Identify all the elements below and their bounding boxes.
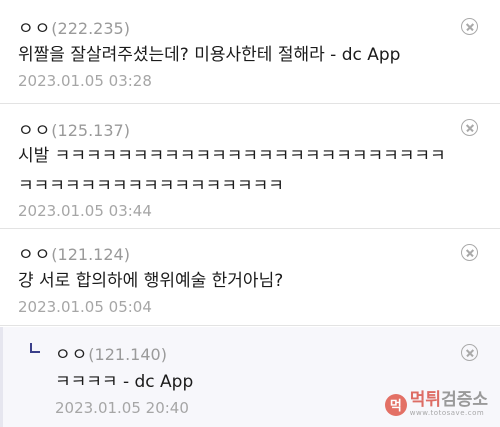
reply-author: ㅇㅇ (121.140) — [55, 340, 167, 365]
comment-item: ㅇㅇ (121.124) 걍 서로 합의하에 행위예술 한거아님? 2023.0… — [0, 230, 500, 326]
comment-text: 시발 ㅋㅋㅋㅋㅋㅋㅋㅋㅋㅋㅋㅋㅋㅋㅋㅋㅋㅋㅋㅋㅋㅋㅋㅋㅋ ㅋㅋㅋㅋㅋㅋㅋㅋㅋㅋㅋ… — [18, 141, 446, 201]
reply-date: 2023.01.05 20:40 — [55, 399, 189, 417]
comment-author: ㅇㅇ (121.124) — [18, 240, 130, 265]
comment-nickname[interactable]: ㅇㅇ — [18, 14, 51, 39]
watermark-text: 먹튀검증소 www.totosave.com — [410, 392, 488, 417]
comment-ip: (121.124) — [51, 245, 130, 264]
comment-text-line: 시발 ㅋㅋㅋㅋㅋㅋㅋㅋㅋㅋㅋㅋㅋㅋㅋㅋㅋㅋㅋㅋㅋㅋㅋㅋㅋ — [18, 146, 446, 166]
comment-text-line: ㅋㅋㅋㅋㅋㅋㅋㅋㅋㅋㅋㅋㅋㅋㅋㅋㅋ — [18, 176, 284, 196]
watermark-url: www.totosave.com — [409, 409, 485, 417]
watermark-logo-icon: 먹 — [384, 393, 407, 416]
comment-ip: (125.137) — [51, 121, 130, 140]
comment-nickname[interactable]: ㅇㅇ — [18, 116, 51, 141]
comment-item: ㅇㅇ (222.235) 위짤을 잘살려주셨는데? 미용사한테 절해라 - dc… — [0, 0, 500, 104]
delete-reply-button[interactable] — [461, 344, 478, 361]
reply-nickname[interactable]: ㅇㅇ — [55, 340, 88, 365]
comment-text-line: 위짤을 잘살려주셨는데? 미용사한테 절해라 - dc App — [18, 45, 401, 65]
comment-author: ㅇㅇ (125.137) — [18, 116, 130, 141]
watermark-title: 먹튀검증소 — [409, 390, 488, 410]
watermark: 먹 먹튀검증소 www.totosave.com — [384, 392, 488, 417]
comment-date: 2023.01.05 05:04 — [18, 298, 152, 316]
comment-text: 위짤을 잘살려주셨는데? 미용사한테 절해라 - dc App — [18, 40, 400, 70]
reply-ip: (121.140) — [88, 345, 167, 364]
delete-comment-button[interactable] — [461, 244, 478, 261]
comment-text: 걍 서로 합의하에 행위예술 한거아님? — [18, 266, 283, 296]
comment-date: 2023.01.05 03:44 — [18, 202, 152, 220]
comment-author: ㅇㅇ (222.235) — [18, 14, 130, 39]
comment-text-line: 걍 서로 합의하에 행위예술 한거아님? — [18, 271, 284, 291]
comment-ip: (222.235) — [51, 19, 130, 38]
comment-date: 2023.01.05 03:28 — [18, 72, 152, 90]
reply-arrow-icon — [30, 343, 40, 353]
reply-indent-bar — [0, 327, 3, 427]
reply-text: ㅋㅋㅋㅋ - dc App — [55, 372, 194, 392]
comment-nickname[interactable]: ㅇㅇ — [18, 240, 51, 265]
delete-comment-button[interactable] — [461, 18, 478, 35]
comment-item: ㅇㅇ (125.137) 시발 ㅋㅋㅋㅋㅋㅋㅋㅋㅋㅋㅋㅋㅋㅋㅋㅋㅋㅋㅋㅋㅋㅋㅋㅋ… — [0, 105, 500, 229]
delete-comment-button[interactable] — [461, 119, 478, 136]
reply-item: ㅇㅇ (121.140) ㅋㅋㅋㅋ - dc App 2023.01.05 20… — [0, 327, 500, 427]
